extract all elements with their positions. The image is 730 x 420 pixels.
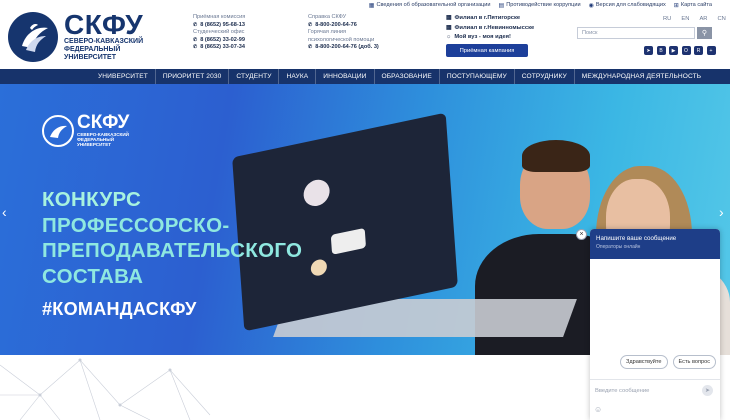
contact-phone[interactable]: ✆ 8 (8652) 33-07-34	[193, 44, 245, 52]
contacts-help: Справка СКФУ ✆ 8-800-200-64-76 Горячая ли…	[308, 14, 379, 52]
chat-title: Напишите ваше сообщение	[596, 235, 677, 242]
youtube-icon[interactable]: ▶	[669, 46, 678, 55]
nav-item-applicant[interactable]: ПОСТУПАЮЩЕМУ	[440, 69, 515, 84]
branch-link-pyatigorsk[interactable]: ▦ Филиал в г.Пятигорске	[446, 14, 534, 24]
lang-en[interactable]: EN	[681, 16, 689, 22]
vk-icon[interactable]: В	[656, 46, 666, 55]
hero-title-line: Конкурс	[42, 188, 142, 211]
contact-label: Приёмная комиссия	[193, 14, 246, 20]
sitemap-icon: ⊞	[673, 2, 679, 9]
nav-item-international[interactable]: МЕЖДУНАРОДНАЯ ДЕЯТЕЛЬНОСТЬ	[575, 69, 708, 84]
quick-reply-question-button[interactable]: Есть вопрос	[672, 355, 717, 369]
main-nav: УНИВЕРСИТЕТ ПРИОРИТЕТ 2030 СТУДЕНТУ НАУК…	[0, 69, 730, 84]
logo-full-name-line3: университет	[64, 54, 116, 61]
chat-widget: Напишите ваше сообщение Операторы онлайн…	[590, 229, 720, 420]
hero-hashtag: #КОМАНДАСКФУ	[42, 299, 197, 319]
lightbulb-icon: ☼	[446, 34, 452, 40]
ok-icon[interactable]: О	[681, 46, 691, 55]
nav-item-employee[interactable]: СОТРУДНИКУ	[515, 69, 575, 84]
telegram-icon[interactable]: ➤	[644, 46, 653, 55]
university-emblem-icon	[42, 114, 74, 147]
document-icon: ▤	[498, 2, 505, 9]
hero-logo-abbreviation: СКФУ	[77, 112, 130, 133]
search-button[interactable]: ⚲	[697, 27, 712, 39]
nav-item-student[interactable]: СТУДЕНТУ	[229, 69, 280, 84]
rutube-icon[interactable]: R	[694, 46, 703, 55]
plus-icon[interactable]: +	[706, 46, 716, 55]
lang-cn[interactable]: CN	[718, 16, 726, 22]
contact-label: Студенческий офис	[193, 29, 245, 36]
carousel-next-arrow-icon[interactable]: ›	[719, 204, 724, 220]
university-emblem-icon	[8, 12, 58, 62]
social-links: ➤ В ▶ О R +	[644, 46, 716, 55]
send-icon[interactable]: ➤	[702, 385, 713, 396]
quick-reply-hello-button[interactable]: Здравствуйте	[620, 355, 668, 369]
building-icon: ▦	[446, 15, 452, 21]
branch-link-nevinnomyssk[interactable]: ▦ Филиал в г.Невинномысске	[446, 24, 534, 34]
nav-item-university[interactable]: УНИВЕРСИТЕТ	[91, 69, 156, 84]
close-icon: ×	[579, 231, 584, 238]
building-icon: ▦	[446, 24, 452, 31]
hero-title-line: профессорско-	[42, 213, 230, 237]
contact-phone[interactable]: ✆ 8 (8652) 33-02-99	[193, 37, 245, 45]
contact-label: Справка СКФУ	[308, 14, 347, 20]
chat-header: Напишите ваше сообщение Операторы онлайн	[590, 229, 720, 259]
contacts-admissions: Приёмная комиссия ✆ 8 (8652) 95-68-13 Сту…	[193, 14, 245, 52]
hero-title: Конкурс профессорско- преподавательского…	[42, 187, 302, 289]
branches-list: ▦ Филиал в г.Пятигорске ▦ Филиал в г.Невин…	[446, 14, 534, 43]
chat-subtitle: Операторы онлайн	[596, 244, 641, 250]
utility-link-sitemap[interactable]: ⊞ Карта сайта	[674, 2, 712, 9]
search-icon: ⚲	[701, 30, 708, 37]
hero-logo: СКФУ Северо-Кавказский федеральный униве…	[42, 112, 130, 148]
carousel-prev-arrow-icon[interactable]: ‹	[2, 204, 7, 220]
phone-icon: ✆	[193, 36, 198, 43]
admission-campaign-button[interactable]: Приёмная кампания	[446, 44, 528, 57]
contact-label: Горячая линия	[308, 29, 347, 36]
nav-item-science[interactable]: НАУКА	[279, 69, 317, 84]
site-logo[interactable]: СКФУ Северо-Кавказский федеральный униве…	[8, 9, 144, 62]
utility-link-anticorruption[interactable]: ▤ Противодействие коррупции	[499, 2, 581, 9]
eye-icon: ◉	[588, 2, 594, 9]
contact-phone[interactable]: ✆ 8-800-200-64-76 (доб. 3)	[308, 44, 379, 52]
hero-title-line: преподавательского	[42, 239, 303, 262]
phone-icon: ✆	[193, 44, 198, 51]
building-icon: ▦	[368, 2, 375, 9]
utility-link-accessibility[interactable]: ◉ Версия для слабовидящих	[589, 2, 666, 9]
chat-quick-replies: Здравствуйте Есть вопрос	[620, 355, 717, 369]
utility-links: ▦ Сведения об образовательной организации…	[369, 0, 712, 10]
hero-title-line: состава	[42, 264, 144, 288]
chat-message-input[interactable]: Введите сообщение	[590, 379, 720, 401]
lang-ar[interactable]: AR	[699, 16, 707, 22]
nav-item-education[interactable]: ОБРАЗОВАНИЕ	[375, 69, 440, 84]
phone-icon: ✆	[308, 21, 313, 28]
idea-link[interactable]: ☼ Мой вуз - моя идея!	[446, 33, 534, 43]
hero-photo-person	[522, 140, 590, 172]
nav-item-priority-2030[interactable]: ПРИОРИТЕТ 2030	[156, 69, 230, 84]
contact-phone[interactable]: ✆ 8-800-200-64-76	[308, 22, 379, 30]
utility-link-org-info[interactable]: ▦ Сведения об образовательной организации	[369, 2, 491, 9]
lang-ru[interactable]: RU	[663, 16, 671, 22]
nav-item-innovations[interactable]: ИННОВАЦИИ	[316, 69, 375, 84]
hero-logo-full-name-line3: университет	[77, 142, 112, 148]
chat-close-button[interactable]: ×	[576, 229, 587, 240]
search-input[interactable]: Поиск	[577, 27, 695, 39]
emoji-icon[interactable]: ☺	[594, 405, 602, 414]
logo-full-name-line2: федеральный	[64, 46, 121, 53]
phone-icon: ✆	[308, 44, 313, 51]
logo-full-name-line1: Северо-Кавказский	[64, 38, 144, 45]
language-switcher: RU EN AR CN	[663, 16, 726, 22]
logo-abbreviation: СКФУ	[64, 9, 144, 40]
